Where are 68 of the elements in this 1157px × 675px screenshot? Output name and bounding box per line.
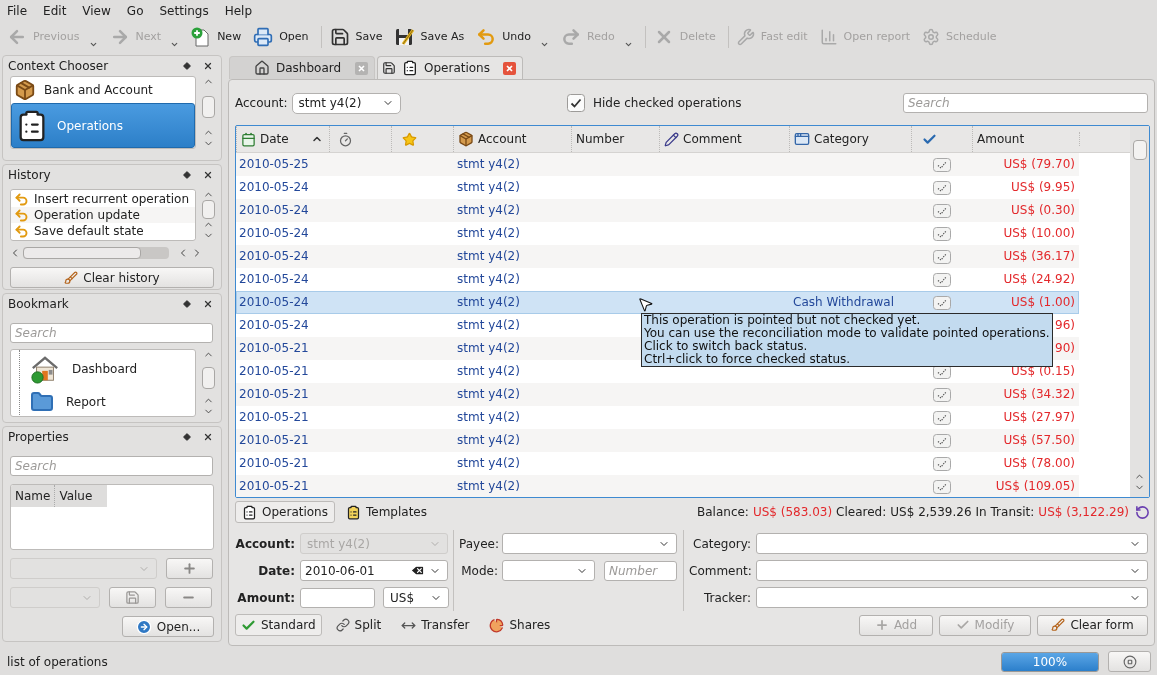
account-cell-text: stmt y4(2) [456,388,520,401]
dock-title: Bookmark [8,296,69,313]
account-cell-text: stmt y4(2) [456,480,520,493]
date-cell-text: 2010-05-21 [238,480,309,493]
field-label: Amount: [236,589,295,607]
dock-title: Properties [8,429,69,446]
field-label: Account: [235,535,295,553]
account-cell-text: stmt y4(2) [456,434,520,447]
date-cell-text: 2010-05-24 [238,204,309,217]
amount-cell-text: US$ (24.92) [1003,273,1076,286]
field-label: Category: [692,535,751,553]
field-label: Payee: [459,535,498,553]
amount-cell-text: US$ (78.00) [1003,457,1076,470]
account-cell-text: stmt y4(2) [456,250,520,263]
amount-cell-text: US$ (27.97) [1003,411,1076,424]
date-cell-text: 2010-05-21 [238,434,309,447]
amount-cell-text: US$ (1.00) [1011,296,1076,309]
balance-value: US$ (3,122.29) [1038,504,1129,521]
account-cell-text: stmt y4(2) [456,365,520,378]
balance-value: US$ 2,539.26 [890,504,972,521]
account-cell-text: stmt y4(2) [456,411,520,424]
date-cell-text: 2010-05-21 [238,365,309,378]
amount-cell-text: 96) [1055,319,1076,332]
balance-label: Balance: [697,504,749,521]
tooltip: This operation is pointed but not checked yet. You can use the reconciliation mode to validate pointed operations. Click to switch back status. Ctrl+click to force checked status. [641,313,1053,367]
account-label: Account: [235,95,288,112]
field-label: Date: [257,562,295,580]
date-cell-text: 2010-05-24 [238,227,309,240]
account-cell-text: stmt y4(2) [456,181,520,194]
amount-cell-text: US$ (36.17) [1003,250,1076,263]
checkbox-label: Hide checked operations [593,95,742,112]
field-label: Tracker: [702,589,751,607]
account-cell-text: stmt y4(2) [456,204,520,217]
date-cell-text: 2010-05-25 [238,158,309,171]
date-cell-text: 2010-05-24 [238,296,309,309]
date-cell-text: 2010-05-24 [238,273,309,286]
status-message: list of operations [7,653,108,671]
date-cell-text: 2010-05-21 [238,342,309,355]
account-cell-text: stmt y4(2) [456,296,520,309]
account-cell-text: stmt y4(2) [456,273,520,286]
amount-cell-text: US$ (10.00) [1003,227,1076,240]
date-cell-text: 2010-05-21 [238,457,309,470]
category-cell-text: Cash Withdrawal [792,296,895,309]
balance-label: In Transit: [975,504,1035,521]
date-cell-text: 2010-05-21 [238,388,309,401]
amount-cell-text: US$ (79.70) [1003,158,1076,171]
dock-title: History [8,167,51,184]
amount-cell-text: US$ (34.32) [1003,388,1076,401]
balance-value: US$ (583.03) [752,504,833,521]
date-cell-text: 2010-05-24 [238,181,309,194]
date-cell-text: 2010-05-24 [238,319,309,332]
account-cell-text: stmt y4(2) [456,342,520,355]
amount-cell-text: 90) [1055,342,1076,355]
account-cell-text: stmt y4(2) [456,227,520,240]
account-cell-text: stmt y4(2) [456,158,520,171]
date-cell-text: 2010-05-24 [238,250,309,263]
amount-cell-text: US$ (9.95) [1011,181,1076,194]
amount-cell-text: US$ (109.05) [995,480,1076,493]
date-cell-text: 2010-05-21 [238,411,309,424]
balance-label: Cleared: [836,504,887,521]
field-label: Mode: [460,562,498,580]
amount-cell-text: US$ (0.30) [1011,204,1076,217]
amount-cell-text: US$ (57.50) [1003,434,1076,447]
account-cell-text: stmt y4(2) [456,319,520,332]
dock-title: Context Chooser [8,58,109,75]
account-cell-text: stmt y4(2) [456,457,520,470]
progress-reading: 100% [1031,653,1069,671]
field-label: Comment: [689,562,751,580]
